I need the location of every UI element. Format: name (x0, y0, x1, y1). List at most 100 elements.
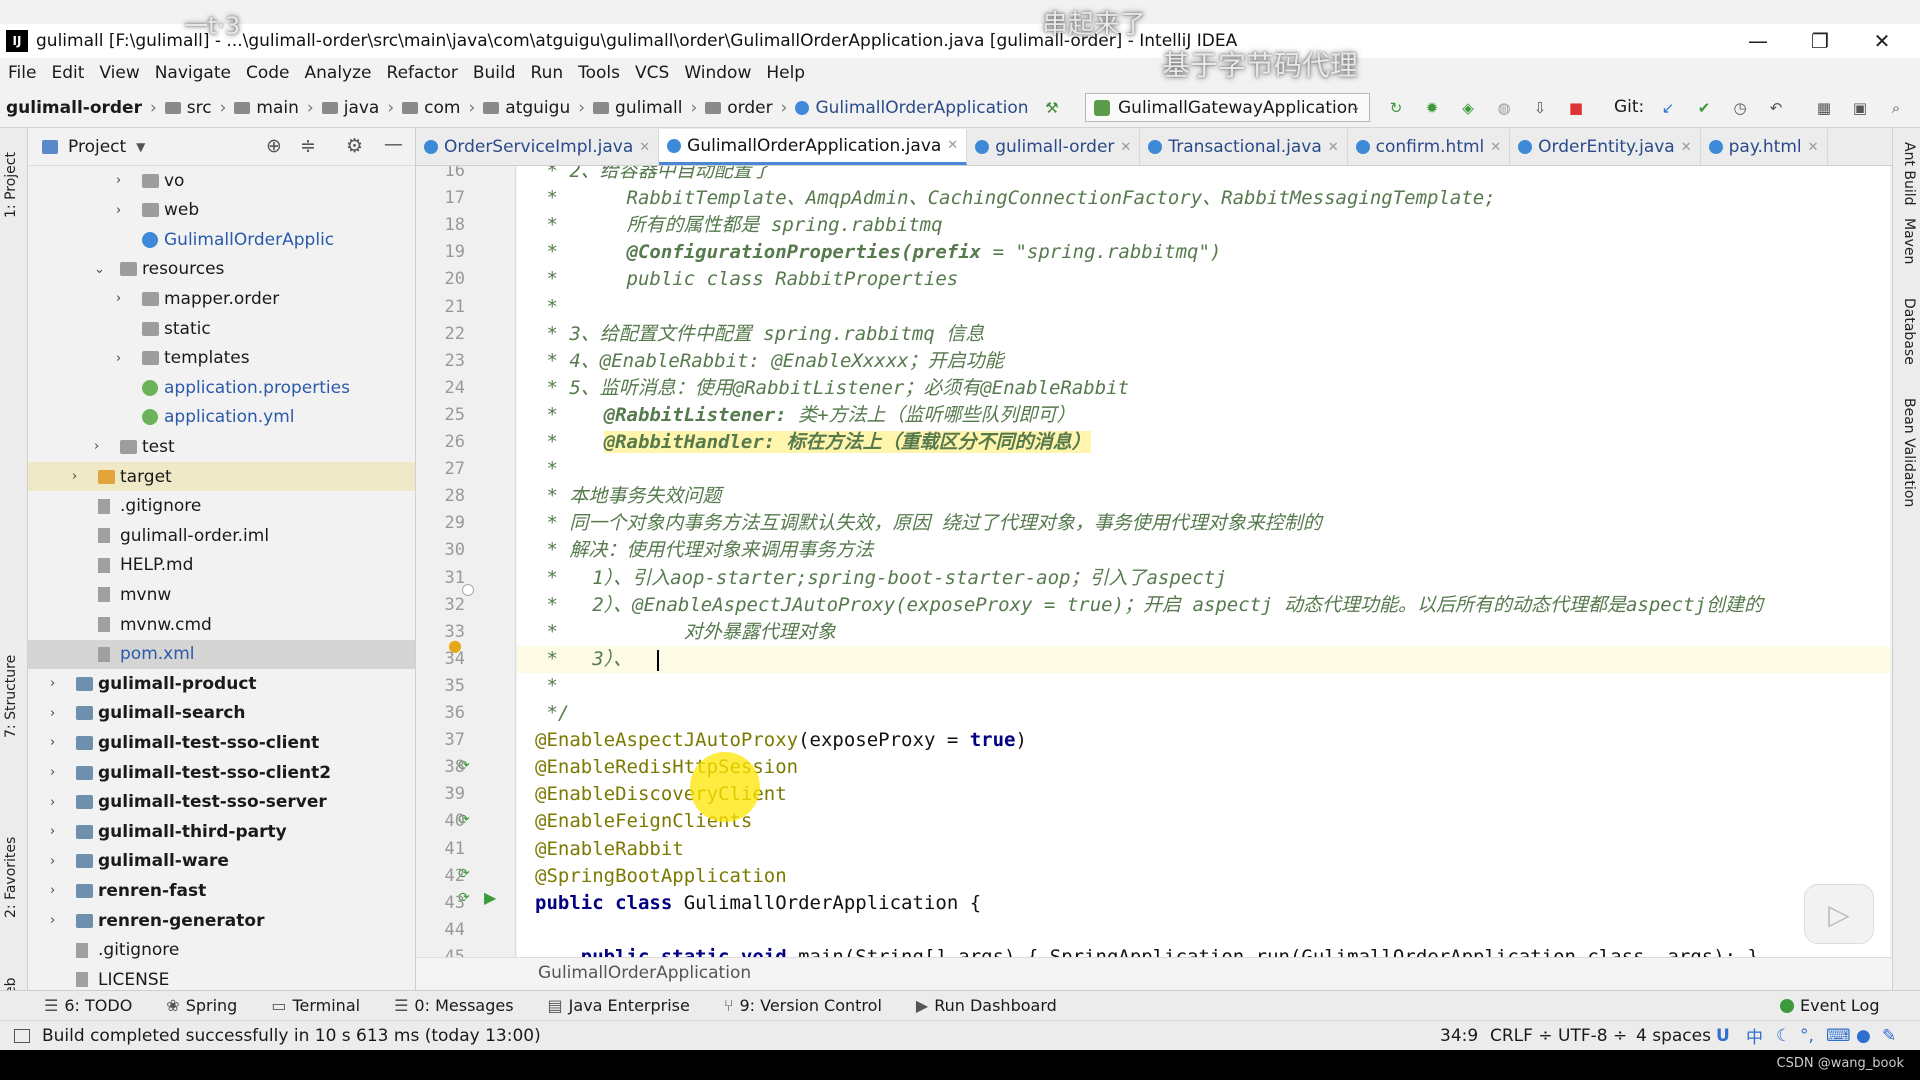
menu-help[interactable]: Help (766, 63, 805, 83)
menu-refactor[interactable]: Refactor (387, 63, 458, 83)
profile-icon[interactable]: ◍ (1494, 98, 1514, 118)
right-tab-3[interactable]: Bean Validation (1901, 398, 1917, 507)
project-header-label[interactable]: Project (68, 137, 126, 157)
code-line[interactable]: * 4、@EnableRabbit: @EnableXxxxx；开启功能 (517, 348, 1890, 375)
code-line[interactable]: @EnableAspectJAutoProxy(exposeProxy = tr… (517, 727, 1890, 754)
code-line[interactable]: * (517, 673, 1890, 700)
left-tab-1[interactable]: 7: Structure (3, 655, 19, 738)
gear-icon[interactable]: ⚙ (346, 135, 363, 157)
chevron-right-icon[interactable]: › (50, 883, 55, 898)
chevron-right-icon[interactable]: › (116, 203, 121, 218)
locate-icon[interactable]: ⊕ (266, 135, 282, 157)
tree-item[interactable]: GulimallOrderApplic (28, 225, 415, 254)
menu-file[interactable]: File (8, 63, 36, 83)
code-line[interactable]: * 对外暴露代理对象 (517, 619, 1890, 646)
left-tab-2[interactable]: 2: Favorites (3, 837, 19, 918)
editor-tab[interactable]: OrderServiceImpl.java ✕ (416, 129, 660, 165)
editor-tab[interactable]: gulimall-order ✕ (967, 129, 1141, 165)
tree-item[interactable]: .gitignore (28, 492, 415, 521)
tree-item[interactable]: › mapper.order (28, 284, 415, 313)
run-config-select[interactable]: GulimallGatewayApplication ⌄ (1085, 93, 1370, 122)
build-hammer-icon[interactable]: ⚒ (1042, 98, 1062, 118)
tree-item[interactable]: LICENSE (28, 965, 415, 990)
tree-item[interactable]: › renren-fast (28, 876, 415, 905)
chevron-right-icon[interactable]: › (116, 173, 121, 188)
git-update-icon[interactable]: ↙ (1658, 98, 1678, 118)
caret-position[interactable]: 34:9 (1440, 1026, 1478, 1046)
breadcrumb-item[interactable]: gulimall (593, 98, 682, 118)
toggle-panels-icon[interactable] (14, 1028, 30, 1043)
toolwindow-5[interactable]: ⑂ 9: Version Control (724, 996, 882, 1015)
right-tab-2[interactable]: Database (1901, 298, 1917, 365)
chevron-right-icon[interactable]: › (72, 469, 77, 484)
tree-item[interactable]: › gulimall-test-sso-client2 (28, 758, 415, 787)
close-tab-icon[interactable]: ✕ (1328, 140, 1339, 155)
chevron-right-icon[interactable]: › (50, 676, 55, 691)
tree-item[interactable]: mvnw.cmd (28, 610, 415, 639)
breadcrumb-item[interactable]: atguigu (483, 98, 570, 118)
chevron-down-icon[interactable]: ▼ (136, 140, 145, 154)
menu-analyze[interactable]: Analyze (305, 63, 372, 83)
chevron-right-icon[interactable]: › (50, 765, 55, 780)
code-line[interactable] (517, 917, 1890, 944)
tree-item[interactable]: › gulimall-test-sso-client (28, 728, 415, 757)
tree-item[interactable]: static (28, 314, 415, 343)
tree-item[interactable]: › web (28, 196, 415, 225)
tree-item[interactable]: › vo (28, 166, 415, 195)
menu-navigate[interactable]: Navigate (155, 63, 231, 83)
menu-edit[interactable]: Edit (51, 63, 84, 83)
tree-item[interactable]: gulimall-order.iml (28, 521, 415, 550)
code-editor[interactable]: * 2、给容器中自动配置了 * RabbitTemplate、AmqpAdmin… (517, 166, 1890, 972)
attach-icon[interactable]: ⇩ (1530, 98, 1550, 118)
toolwindow-0[interactable]: ☰ 6: TODO (44, 996, 132, 1015)
code-line[interactable]: * @RabbitHandler: 标在方法上（重载区分不同的消息） (517, 429, 1890, 456)
rerun-icon[interactable]: ↻ (1386, 98, 1406, 118)
code-line[interactable]: @EnableRabbit (517, 836, 1890, 863)
file-encoding[interactable]: UTF-8 ÷ (1558, 1026, 1627, 1046)
chevron-right-icon[interactable]: › (50, 854, 55, 869)
chevron-right-icon[interactable]: › (50, 824, 55, 839)
breadcrumb-class[interactable]: GulimallOrderApplication (538, 963, 751, 983)
breadcrumb-item[interactable]: java (321, 98, 379, 118)
editor-tab[interactable]: confirm.html ✕ (1348, 129, 1511, 165)
ime-mode[interactable]: 中 (1746, 1023, 1763, 1048)
code-line[interactable]: * 解决：使用代理对象来调用事务方法 (517, 537, 1890, 564)
code-line[interactable]: * 3）、 (517, 645, 1890, 673)
tree-item[interactable]: › gulimall-search (28, 699, 415, 728)
tree-item[interactable]: pom.xml (28, 639, 415, 669)
project-structure-icon[interactable]: ▦ (1814, 98, 1834, 118)
menu-view[interactable]: View (99, 63, 139, 83)
toolwindow-1[interactable]: ❀ Spring (166, 996, 237, 1015)
tree-item[interactable]: mvnw (28, 580, 415, 609)
editor-tab[interactable]: OrderEntity.java ✕ (1510, 129, 1701, 165)
code-line[interactable]: * 2）、@EnableAspectJAutoProxy(exposeProxy… (517, 592, 1890, 619)
code-line[interactable]: @SpringBootApplication (517, 863, 1890, 890)
close-tab-icon[interactable]: ✕ (1808, 140, 1819, 155)
tree-item[interactable]: › gulimall-product (28, 669, 415, 698)
chevron-right-icon[interactable]: › (94, 439, 99, 454)
code-line[interactable]: * @RabbitListener: 类+方法上（监听哪些队列即可） (517, 402, 1890, 429)
breadcrumb-item[interactable]: gulimall-order (6, 98, 142, 118)
git-commit-icon[interactable]: ✔ (1694, 98, 1714, 118)
code-line[interactable]: * 1）、引入aop-starter;spring-boot-starter-a… (517, 565, 1890, 592)
breadcrumb-item[interactable]: order (705, 98, 773, 118)
code-line[interactable]: * (517, 456, 1890, 483)
breadcrumb-item[interactable]: main (234, 98, 299, 118)
tree-item[interactable]: application.yml (28, 403, 415, 432)
chevron-right-icon[interactable]: › (116, 291, 121, 306)
collapse-all-icon[interactable]: ≑ (300, 135, 316, 157)
code-line[interactable]: public class GulimallOrderApplication { (517, 890, 1890, 917)
code-line[interactable]: * (517, 294, 1890, 321)
tree-item[interactable]: .gitignore (28, 936, 415, 965)
tree-item[interactable]: › templates (28, 344, 415, 373)
close-tab-icon[interactable]: ✕ (1120, 140, 1131, 155)
stop-icon[interactable]: ■ (1566, 98, 1586, 118)
tree-item[interactable]: › gulimall-test-sso-server (28, 788, 415, 817)
close-tab-icon[interactable]: ✕ (639, 140, 650, 155)
tree-item[interactable]: ⌄ resources (28, 255, 415, 284)
chevron-down-icon[interactable]: ⌄ (94, 262, 105, 277)
close-tab-icon[interactable]: ✕ (1490, 140, 1501, 155)
line-separator[interactable]: CRLF ÷ (1490, 1026, 1553, 1046)
git-revert-icon[interactable]: ↶ (1766, 98, 1786, 118)
menu-tools[interactable]: Tools (578, 63, 620, 83)
